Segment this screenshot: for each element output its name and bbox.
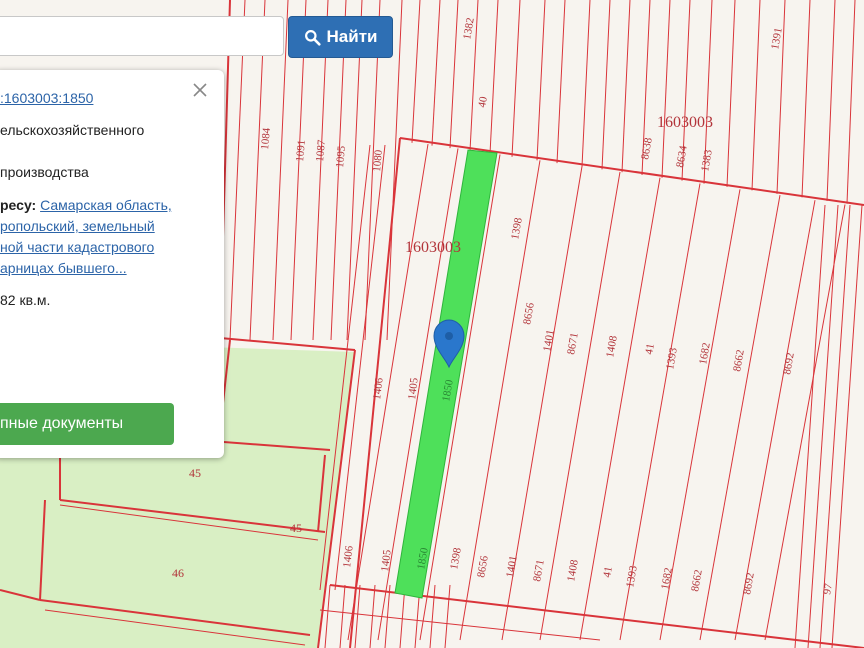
- block-label: 1603003: [405, 239, 461, 256]
- area-label: 46: [172, 566, 184, 580]
- parcel-label: 1095: [334, 145, 348, 168]
- address-line[interactable]: ной части кадастрового: [0, 239, 154, 255]
- parcel-label: 41: [643, 343, 657, 356]
- land-use-text-2: производства: [0, 164, 89, 180]
- area-label: 45: [189, 466, 201, 480]
- area-value: 82 кв.м.: [0, 292, 51, 308]
- land-use-text: ельскохозяйственного: [0, 122, 145, 138]
- cadastral-number-link[interactable]: :1603003:1850: [0, 90, 93, 106]
- parcel-label: 1084: [259, 127, 273, 150]
- search-icon: [304, 29, 321, 46]
- area-label: 45: [290, 521, 302, 535]
- address-link[interactable]: Самарская область,: [40, 197, 172, 213]
- parcel-info-popup: :1603003:1850 ельскохозяйственного произ…: [0, 70, 224, 458]
- documents-button-label: упные документы: [0, 415, 124, 432]
- parcel-label: 1087: [314, 139, 328, 162]
- address-label: ресу:: [0, 197, 37, 213]
- parcel-label: 41: [601, 566, 615, 579]
- address-line[interactable]: арницах бывшего...: [0, 260, 127, 276]
- close-icon[interactable]: [190, 80, 210, 100]
- search-button[interactable]: Найти: [288, 16, 393, 58]
- address-line[interactable]: ропольский, земельный: [0, 218, 155, 234]
- search-button-label: Найти: [326, 27, 378, 46]
- parcel-label: 1080: [371, 149, 385, 172]
- block-label: 1603003: [657, 114, 713, 131]
- search-input[interactable]: [0, 16, 284, 56]
- documents-button[interactable]: упные документы: [0, 403, 174, 445]
- parcel-label: 1091: [294, 139, 308, 162]
